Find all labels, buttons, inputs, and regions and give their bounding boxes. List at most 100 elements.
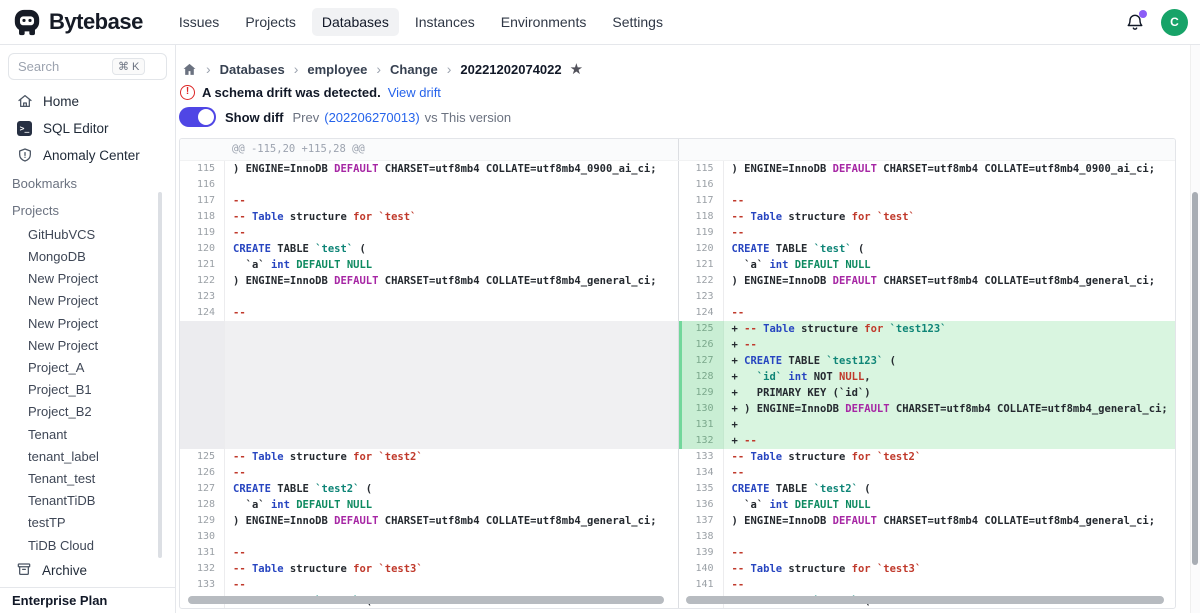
diff-line: 125+ -- Table structure for `test123` (679, 321, 1176, 337)
alert-message: A schema drift was detected. (202, 85, 381, 100)
line-number: 135 (679, 481, 723, 497)
show-diff-toggle[interactable] (179, 107, 216, 127)
project-item[interactable]: TiDB Cloud (0, 534, 175, 555)
diff-line: 116 (180, 177, 678, 193)
user-avatar[interactable]: C (1161, 9, 1188, 36)
hunk-header-right (678, 139, 1176, 160)
project-item[interactable]: Tenant (0, 423, 175, 445)
home-icon (16, 93, 33, 109)
breadcrumb-item[interactable]: Change (390, 62, 438, 77)
line-number: 123 (180, 289, 224, 305)
project-item[interactable]: GitHubVCS (0, 223, 175, 245)
code-line: -- (723, 305, 1176, 321)
code-line: -- (723, 225, 1176, 241)
sidebar-item-archive[interactable]: Archive (0, 554, 175, 587)
right-pane-horizontal-scrollbar[interactable] (686, 596, 1164, 604)
breadcrumb-item[interactable]: employee (307, 62, 367, 77)
diff-line: 136 `a` int DEFAULT NULL (679, 497, 1176, 513)
search-input[interactable] (18, 59, 108, 74)
breadcrumb-item[interactable]: Databases (220, 62, 285, 77)
diff-line: 118-- Table structure for `test` (180, 209, 678, 225)
prev-version-link[interactable]: (202206270013) (324, 110, 419, 125)
project-item[interactable]: Project_A (0, 356, 175, 378)
diff-line: 134-- (679, 465, 1176, 481)
project-item[interactable]: Tenant_test (0, 467, 175, 489)
code-line: -- (723, 193, 1176, 209)
sidebar-scrollbar[interactable] (158, 192, 162, 558)
archive-icon (16, 561, 32, 580)
plan-badge: Enterprise Plan (0, 587, 175, 613)
nav-item-environments[interactable]: Environments (491, 8, 597, 36)
line-number: 132 (679, 433, 723, 449)
code-line: CREATE TABLE `test` ( (224, 241, 678, 257)
favorite-star-icon[interactable]: ★ (570, 62, 583, 77)
code-line: CREATE TABLE `test` ( (723, 241, 1176, 257)
project-item[interactable]: testTP (0, 511, 175, 533)
search-box[interactable]: ⌘ K (8, 53, 167, 80)
line-number: 139 (679, 545, 723, 561)
line-number: 118 (180, 209, 224, 225)
diff-line: 128 `a` int DEFAULT NULL (180, 497, 678, 513)
line-number: 126 (679, 337, 723, 353)
view-drift-link[interactable]: View drift (388, 85, 441, 100)
terminal-icon: >_ (16, 121, 33, 136)
project-item[interactable]: New Project (0, 267, 175, 289)
project-item[interactable]: tenant_label (0, 445, 175, 467)
code-line: -- Table structure for `test3` (224, 561, 678, 577)
code-line: -- (723, 545, 1176, 561)
line-number: 118 (679, 209, 723, 225)
sidebar-item-label: Archive (42, 563, 87, 578)
prev-label: Prev (293, 110, 320, 125)
diff-line: 115) ENGINE=InnoDB DEFAULT CHARSET=utf8m… (180, 161, 678, 177)
project-item[interactable]: TenantTiDB (0, 489, 175, 511)
breadcrumb-home-icon[interactable] (182, 62, 197, 77)
code-line: + -- Table structure for `test123` (723, 321, 1176, 337)
code-line: + PRIMARY KEY (`id`) (723, 385, 1176, 401)
diff-line: 126-- (180, 465, 678, 481)
line-number: 138 (679, 529, 723, 545)
diff-line: 118-- Table structure for `test` (679, 209, 1176, 225)
sidebar-item-sql-editor[interactable]: >_ SQL Editor (0, 115, 175, 142)
alert-circle-icon: ! (180, 85, 195, 100)
project-list: GitHubVCSMongoDBNew ProjectNew ProjectNe… (0, 223, 175, 554)
diff-line: 129+ PRIMARY KEY (`id`) (679, 385, 1176, 401)
brand-name: Bytebase (49, 9, 143, 35)
search-shortcut-badge: ⌘ K (112, 58, 145, 75)
notification-dot (1139, 10, 1147, 18)
show-diff-label: Show diff (225, 110, 284, 125)
nav-item-issues[interactable]: Issues (169, 8, 229, 36)
notifications-bell-icon[interactable] (1125, 12, 1145, 32)
project-item[interactable]: New Project (0, 312, 175, 334)
line-number: 121 (180, 257, 224, 273)
sidebar-item-anomaly-center[interactable]: Anomaly Center (0, 142, 175, 169)
code-line (224, 321, 678, 449)
line-number: 133 (180, 577, 224, 593)
code-line: -- (224, 465, 678, 481)
project-item[interactable]: Project_B1 (0, 378, 175, 400)
diff-line: 135CREATE TABLE `test2` ( (679, 481, 1176, 497)
sidebar-item-home[interactable]: Home (0, 88, 175, 115)
line-number: 125 (180, 449, 224, 465)
project-item[interactable]: Project_B2 (0, 400, 175, 422)
nav-item-instances[interactable]: Instances (405, 8, 485, 36)
diff-line: 130 (180, 529, 678, 545)
breadcrumb-item[interactable]: 20221202074022 (460, 62, 561, 77)
nav-item-projects[interactable]: Projects (235, 8, 306, 36)
nav-item-databases[interactable]: Databases (312, 8, 399, 36)
page-scrollbar[interactable] (1192, 192, 1198, 565)
project-item[interactable]: New Project (0, 289, 175, 311)
code-line: + -- (723, 337, 1176, 353)
diff-line: 127CREATE TABLE `test2` ( (180, 481, 678, 497)
diff-line: 129) ENGINE=InnoDB DEFAULT CHARSET=utf8m… (180, 513, 678, 529)
nav-item-settings[interactable]: Settings (602, 8, 673, 36)
project-item[interactable]: MongoDB (0, 245, 175, 267)
bytebase-logo[interactable]: Bytebase (12, 7, 143, 37)
code-line: -- (723, 465, 1176, 481)
code-line: `a` int DEFAULT NULL (723, 257, 1176, 273)
left-pane-horizontal-scrollbar[interactable] (188, 596, 664, 604)
diff-line: 126+ -- (679, 337, 1176, 353)
project-item[interactable]: New Project (0, 334, 175, 356)
diff-line: 131+ (679, 417, 1176, 433)
code-line (723, 177, 1176, 193)
code-line: + CREATE TABLE `test123` ( (723, 353, 1176, 369)
